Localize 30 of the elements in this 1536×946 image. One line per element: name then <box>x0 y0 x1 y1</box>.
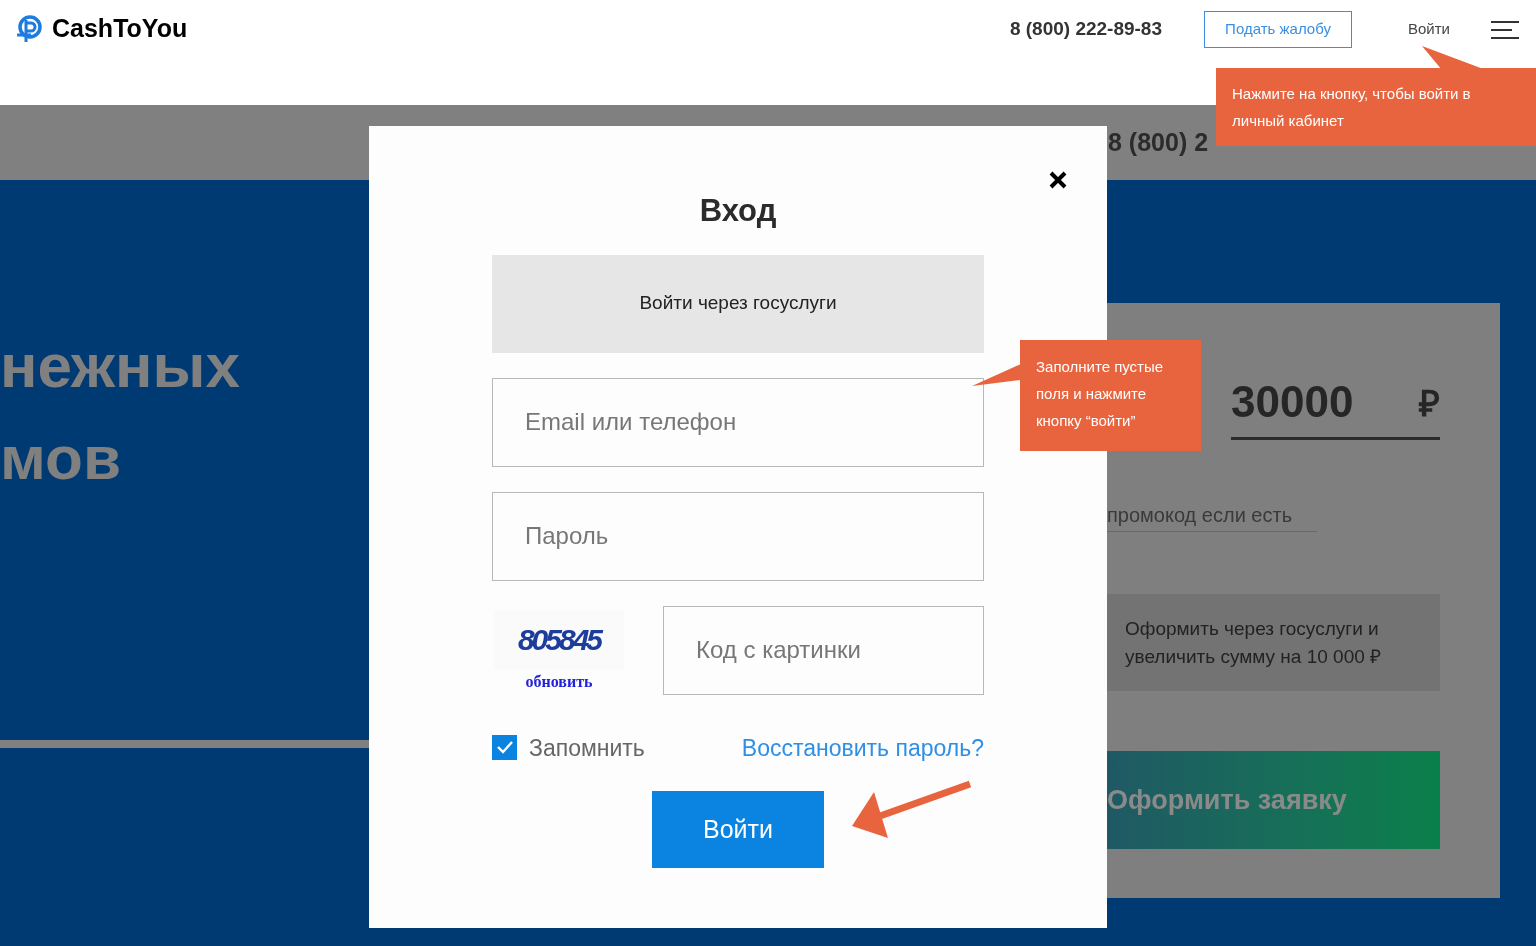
menu-icon[interactable] <box>1490 19 1520 40</box>
gosuslugi-login-button[interactable]: Войти через госуслуги <box>492 254 984 353</box>
currency-sign: ₽ <box>1419 382 1440 426</box>
apply-button[interactable]: Оформить заявку <box>1107 751 1440 849</box>
login-button[interactable]: Войти <box>652 791 824 868</box>
arrow-icon <box>850 780 972 840</box>
remember-label: Запомнить <box>529 733 645 763</box>
phone-number: 8 (800) 2 <box>1108 126 1209 158</box>
hero-title: нежных <box>0 330 240 402</box>
loan-amount[interactable]: 30000 <box>1231 369 1354 435</box>
callout-text: Заполните пустые поля и нажмите кнопку “войти” <box>1036 357 1165 431</box>
email-field[interactable]: Email или телефон <box>492 377 984 467</box>
phone-number: 8 (800) 222-89-83 <box>1009 17 1162 42</box>
captcha-code-field[interactable]: Код с картинки <box>663 605 984 695</box>
callout-text: Нажмите на кнопку, чтобы войти в личный кабинет <box>1232 84 1472 131</box>
modal-title: Вход <box>699 192 777 230</box>
logo-text[interactable]: CashToYou <box>52 10 188 48</box>
gosuslugi-offer-panel[interactable]: Оформить через госуслуги и увеличить сумму на 10 000 ₽ <box>1107 594 1440 691</box>
password-field[interactable]: Пароль <box>492 491 984 581</box>
complaint-button[interactable]: Подать жалобу <box>1204 11 1352 48</box>
checkmark-icon <box>496 741 513 755</box>
hero-title: мов <box>0 422 122 494</box>
restore-password-link[interactable]: Восстановить пароль? <box>741 730 984 765</box>
logo-icon <box>14 13 44 44</box>
login-link[interactable]: Войти <box>1408 18 1450 41</box>
remember-checkbox[interactable] <box>492 735 517 761</box>
close-icon[interactable] <box>1048 170 1068 190</box>
captcha-refresh-link[interactable]: обновить <box>525 669 593 694</box>
promo-code-field[interactable]: промокод если есть <box>1107 500 1317 532</box>
gosuslugi-offer-text: Оформить через госуслуги и увеличить сумму на 10 000 ₽ <box>1125 616 1383 669</box>
